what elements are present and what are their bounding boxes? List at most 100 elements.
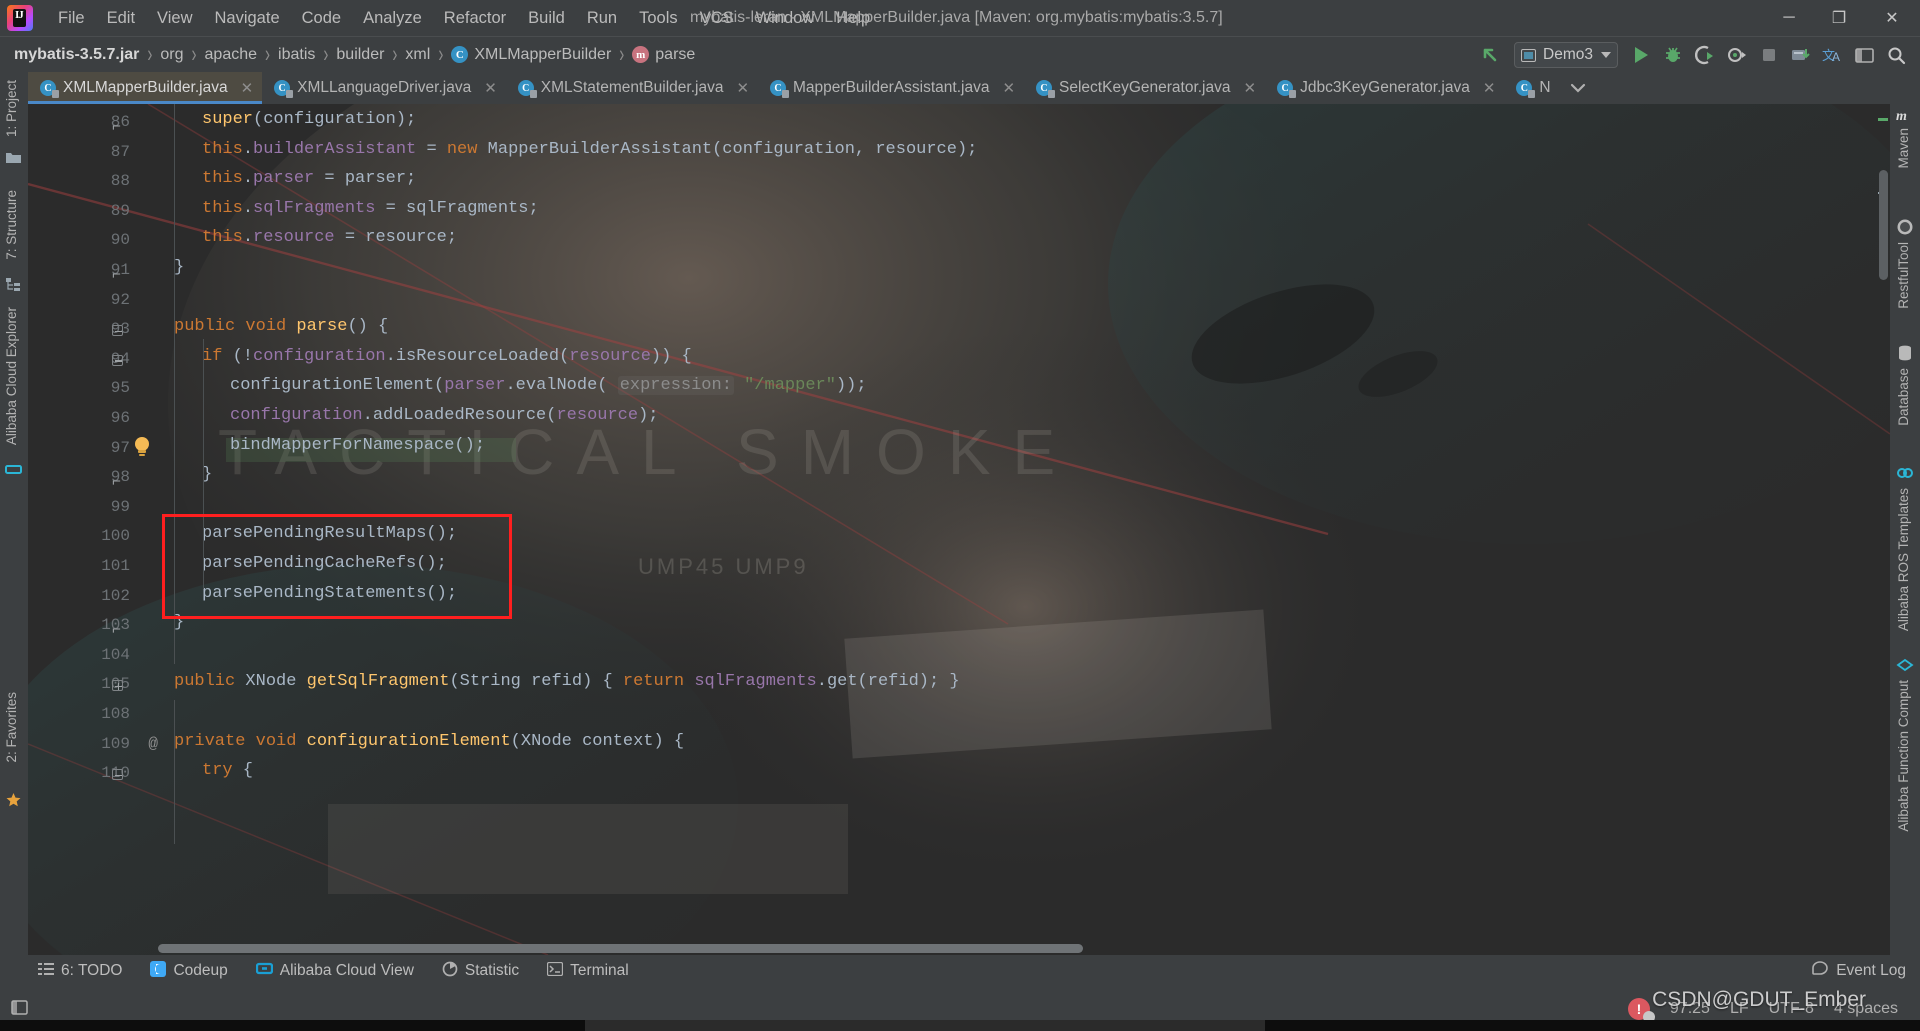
breadcrumb-item-2[interactable]: apache — [205, 46, 258, 64]
menu-item-analyze[interactable]: Analyze — [352, 5, 433, 32]
vertical-scrollbar[interactable] — [1876, 104, 1890, 955]
sidebar-item-restfultool[interactable]: RestfulTool — [1896, 242, 1911, 314]
profiler-icon[interactable] — [1722, 41, 1752, 69]
breadcrumb-item-4[interactable]: builder — [336, 46, 384, 64]
translate-icon[interactable]: 文A — [1818, 41, 1848, 69]
code-line-109[interactable]: private void configurationElement(XNode … — [146, 732, 684, 751]
close-tab-icon[interactable]: ✕ — [736, 79, 749, 97]
restfultool-icon — [1896, 218, 1914, 241]
breadcrumb-item-1[interactable]: org — [160, 46, 183, 64]
code-folding-marker[interactable] — [112, 680, 125, 693]
update-project-icon[interactable] — [1786, 41, 1816, 69]
intention-bulb-icon[interactable] — [132, 437, 152, 459]
sidebar-item-alibaba-ros-templates[interactable]: Alibaba ROS Templates — [1896, 488, 1911, 636]
sidebar-item-alibaba-function-compute[interactable]: Alibaba Function Comput — [1896, 680, 1911, 837]
code-line-93[interactable]: public void parse() { — [146, 317, 388, 336]
sidebar-item-database[interactable]: Database — [1896, 368, 1911, 431]
menu-item-edit[interactable]: Edit — [96, 5, 146, 32]
editor-gutter[interactable]: 86 ⌐ 87 88 89 90 91 ⌐ 92 93 94 95 96 97 98 ⌐ 99 100 101 102… — [28, 104, 158, 955]
breadcrumb-item-7[interactable]: m parse — [632, 46, 695, 64]
event-log-icon — [1811, 960, 1829, 982]
bottom-window-statistic[interactable]: Statistic — [442, 961, 519, 982]
event-log-button[interactable]: Event Log — [1811, 960, 1906, 982]
close-tab-icon[interactable]: ✕ — [484, 79, 497, 97]
code-folding-marker[interactable]: ⌐ — [112, 118, 125, 134]
breadcrumb-item-6[interactable]: C XMLMapperBuilder — [451, 46, 611, 64]
sidebar-item-favorites[interactable]: 2: Favorites — [4, 692, 19, 763]
code-token: . — [242, 198, 254, 218]
menu-item-file[interactable]: File — [47, 5, 96, 32]
horizontal-scrollbar-thumb[interactable] — [158, 944, 1083, 953]
code-folding-marker[interactable]: ⌐ — [112, 266, 125, 282]
run-configuration-selector[interactable]: Demo3 — [1514, 42, 1618, 68]
code-folding-marker[interactable]: ⌐ — [112, 473, 125, 489]
close-tab-icon[interactable]: ✕ — [1483, 79, 1496, 97]
maximize-button[interactable]: ❐ — [1814, 0, 1864, 36]
code-line-110[interactable]: try { — [146, 761, 253, 780]
run-icon[interactable] — [1626, 41, 1656, 69]
horizontal-scrollbar[interactable] — [28, 942, 1890, 955]
bottom-window-terminal[interactable]: Terminal — [547, 961, 629, 981]
breadcrumb-item-0[interactable]: mybatis-3.5.7.jar — [14, 46, 139, 64]
minimize-button[interactable]: ─ — [1764, 0, 1814, 36]
close-tab-icon[interactable]: ✕ — [1002, 79, 1015, 97]
sidebar-item-alibaba-cloud-explorer[interactable]: Alibaba Cloud Explorer — [4, 307, 19, 445]
chevron-down-icon[interactable] — [1560, 72, 1596, 104]
debug-icon[interactable] — [1658, 41, 1688, 69]
code-line-89[interactable]: this.sqlFragments = sqlFragments; — [146, 199, 539, 218]
close-button[interactable]: ✕ — [1864, 0, 1920, 36]
code-token: (XNode context) { — [510, 731, 685, 751]
run-with-coverage-icon[interactable] — [1690, 41, 1720, 69]
menu-item-navigate[interactable]: Navigate — [204, 5, 291, 32]
menu-item-tools[interactable]: Tools — [628, 5, 689, 32]
breadcrumb-item-3[interactable]: ibatis — [278, 46, 315, 64]
code-line-97[interactable]: bindMapperForNamespace(); — [146, 436, 485, 455]
show-tool-windows-icon[interactable] — [10, 998, 32, 1020]
code-line-94[interactable]: if (!configuration.isResourceLoaded(reso… — [146, 347, 692, 366]
sidebar-item-structure[interactable]: 7: Structure — [4, 190, 19, 260]
editor-tab-3[interactable]: C MapperBuilderAssistant.java ✕ — [758, 72, 1024, 104]
code-line-95[interactable]: configurationElement(parser.evalNode( ex… — [146, 376, 867, 396]
editor-tab-2[interactable]: C XMLStatementBuilder.java ✕ — [506, 72, 758, 104]
inspection-status-icon[interactable]: ! — [1627, 998, 1655, 1023]
layout-icon[interactable] — [1850, 41, 1880, 69]
code-folding-marker[interactable] — [112, 769, 125, 782]
code-folding-marker[interactable]: ⌐ — [112, 621, 125, 637]
menu-item-run[interactable]: Run — [576, 5, 628, 32]
editor-tabs: C XMLMapperBuilder.java ✕ C XMLLanguageDrive… — [28, 72, 1920, 104]
code-token: builderAssistant — [253, 139, 417, 159]
menu-item-build[interactable]: Build — [517, 5, 576, 32]
menu-item-code[interactable]: Code — [291, 5, 352, 32]
code-line-87[interactable]: this.builderAssistant = new MapperBuilde… — [146, 140, 977, 159]
bottom-window-codeup[interactable]: Codeup — [150, 960, 228, 982]
code-line-96[interactable]: configuration.addLoadedResource(resource… — [146, 406, 659, 425]
code-token: )); — [835, 376, 867, 396]
menu-item-refactor[interactable]: Refactor — [433, 5, 517, 32]
bottom-window-alibaba-cloud-view[interactable]: Alibaba Cloud View — [255, 961, 414, 981]
close-tab-icon[interactable]: ✕ — [241, 79, 254, 97]
search-everywhere-icon[interactable] — [1882, 41, 1912, 69]
editor-tab-4[interactable]: C SelectKeyGenerator.java ✕ — [1024, 72, 1265, 104]
back-arrow-icon[interactable] — [1476, 41, 1506, 69]
editor-tab-6[interactable]: CN — [1504, 72, 1559, 104]
editor-tab-1[interactable]: C XMLLanguageDriver.java ✕ — [262, 72, 506, 104]
editor-tab-0[interactable]: C XMLMapperBuilder.java ✕ — [28, 72, 263, 104]
code-line-86[interactable]: super(configuration); — [146, 110, 416, 129]
close-tab-icon[interactable]: ✕ — [1244, 79, 1257, 97]
bottom-window-todo[interactable]: 6: TODO — [38, 962, 122, 981]
code-line-91[interactable]: } — [146, 258, 184, 277]
sidebar-item-project[interactable]: 1: Project — [4, 80, 19, 137]
code-line-90[interactable]: this.resource = resource; — [146, 228, 457, 247]
code-line-88[interactable]: this.parser = parser; — [146, 169, 416, 188]
code-folding-marker[interactable] — [112, 325, 125, 338]
sidebar-item-maven[interactable]: Maven — [1896, 128, 1911, 174]
breadcrumb-item-5[interactable]: xml — [405, 46, 430, 64]
editor-tab-5[interactable]: C Jdbc3KeyGenerator.java ✕ — [1265, 72, 1504, 104]
code-text-area[interactable]: 86 ⌐ 87 88 89 90 91 ⌐ 92 93 94 95 96 97 98 ⌐ 99 100 101 102… — [28, 104, 1890, 955]
code-editor[interactable]: TACTICAL SMOKE UMP45 UMP9 86 ⌐ 87 88 89 90 91 ⌐… — [28, 104, 1890, 955]
code-token: private void — [174, 731, 307, 751]
code-line-105[interactable]: public XNode getSqlFragment(String refid… — [146, 672, 960, 691]
vertical-scrollbar-thumb[interactable] — [1879, 170, 1888, 280]
code-folding-marker[interactable] — [112, 354, 125, 368]
menu-item-view[interactable]: View — [146, 5, 203, 32]
